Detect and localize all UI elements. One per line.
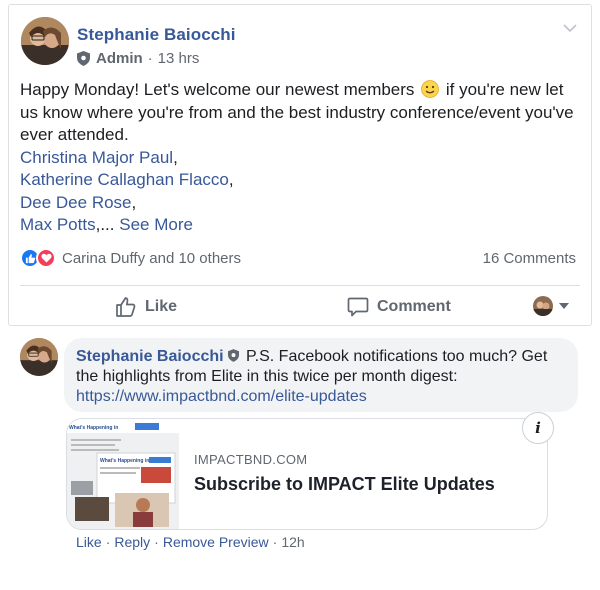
like-button[interactable]: Like xyxy=(115,296,177,318)
comment-actions: Like · Reply · Remove Preview · 12h xyxy=(76,534,305,550)
post-text-intro: Happy Monday! Let's welcome our newest m… xyxy=(20,80,415,99)
preview-domain: IMPACTBND.COM xyxy=(194,452,308,467)
mention-link[interactable]: Christina Major Paul xyxy=(20,148,173,167)
comment-button[interactable]: Comment xyxy=(347,296,451,318)
smiley-emoji-icon xyxy=(421,80,440,98)
preview-title[interactable]: Subscribe to IMPACT Elite Updates xyxy=(194,474,495,495)
love-reaction-icon xyxy=(36,248,56,268)
link-preview-card[interactable]: What's Happening in What's Happening in … xyxy=(66,418,548,530)
author-avatar[interactable] xyxy=(21,17,69,65)
comment-author[interactable]: Stephanie Baiocchi xyxy=(76,348,224,365)
comment-thread: Stephanie Baiocchi P.S. Facebook notific… xyxy=(0,326,600,590)
comment-link[interactable]: https://www.impactbnd.com/elite-updates xyxy=(76,388,367,405)
separator: · xyxy=(154,534,159,550)
mention-separator: , xyxy=(131,192,137,212)
mention-separator: , xyxy=(173,147,178,167)
comment-reply-link[interactable]: Reply xyxy=(114,534,150,550)
author-name[interactable]: Stephanie Baiocchi xyxy=(77,25,236,45)
reaction-icons xyxy=(20,248,56,268)
post-meta: Admin · 13 hrs xyxy=(77,50,199,67)
newsletter-thumbnail-icon: What's Happening in What's Happening in xyxy=(67,419,179,529)
mention-link[interactable]: Max Potts xyxy=(20,215,96,234)
comment-time[interactable]: 12h xyxy=(281,534,304,550)
post-card: Stephanie Baiocchi Admin · 13 hrs Happy … xyxy=(8,4,592,326)
remove-preview-link[interactable]: Remove Preview xyxy=(163,534,269,550)
avatar-photo-icon xyxy=(21,17,69,65)
mention-separator: , xyxy=(228,170,234,189)
admin-badge: Admin xyxy=(96,50,143,67)
info-icon[interactable]: i xyxy=(522,412,554,444)
chevron-down-icon[interactable] xyxy=(563,23,577,33)
mention-separator: ,... xyxy=(95,215,115,234)
meta-separator: · xyxy=(147,50,153,67)
svg-text:What's Happening in: What's Happening in xyxy=(69,425,118,431)
comment-bubble: Stephanie Baiocchi P.S. Facebook notific… xyxy=(64,338,578,412)
reactions-summary[interactable]: Carina Duffy and 10 others xyxy=(20,248,241,268)
comments-count[interactable]: 16 Comments xyxy=(483,250,576,267)
speech-bubble-icon xyxy=(347,297,369,317)
like-label: Like xyxy=(145,298,178,315)
separator: · xyxy=(272,534,278,550)
admin-shield-icon xyxy=(77,51,90,66)
admin-shield-icon xyxy=(227,349,239,362)
separator: · xyxy=(105,534,111,550)
see-more-link[interactable]: See More xyxy=(119,215,193,234)
current-user-avatar xyxy=(533,296,553,316)
post-time[interactable]: 13 hrs xyxy=(158,50,200,67)
svg-text:What's Happening in: What's Happening in xyxy=(100,458,149,464)
comment-like-link[interactable]: Like xyxy=(76,534,102,550)
reactions-text[interactable]: Carina Duffy and 10 others xyxy=(62,250,241,267)
thumbs-up-icon xyxy=(116,297,136,317)
post-as-selector[interactable] xyxy=(533,296,569,316)
mention-link[interactable]: Dee Dee Rose xyxy=(20,193,132,212)
caret-down-icon xyxy=(559,303,569,309)
avatar-photo-icon xyxy=(20,338,58,376)
comment-label: Comment xyxy=(377,298,451,315)
post-text: Happy Monday! Let's welcome our newest m… xyxy=(20,79,580,237)
preview-thumbnail: What's Happening in What's Happening in xyxy=(67,419,179,529)
divider xyxy=(20,285,580,286)
commenter-avatar[interactable] xyxy=(20,338,58,376)
mention-link[interactable]: Katherine Callaghan Flacco xyxy=(20,170,229,189)
